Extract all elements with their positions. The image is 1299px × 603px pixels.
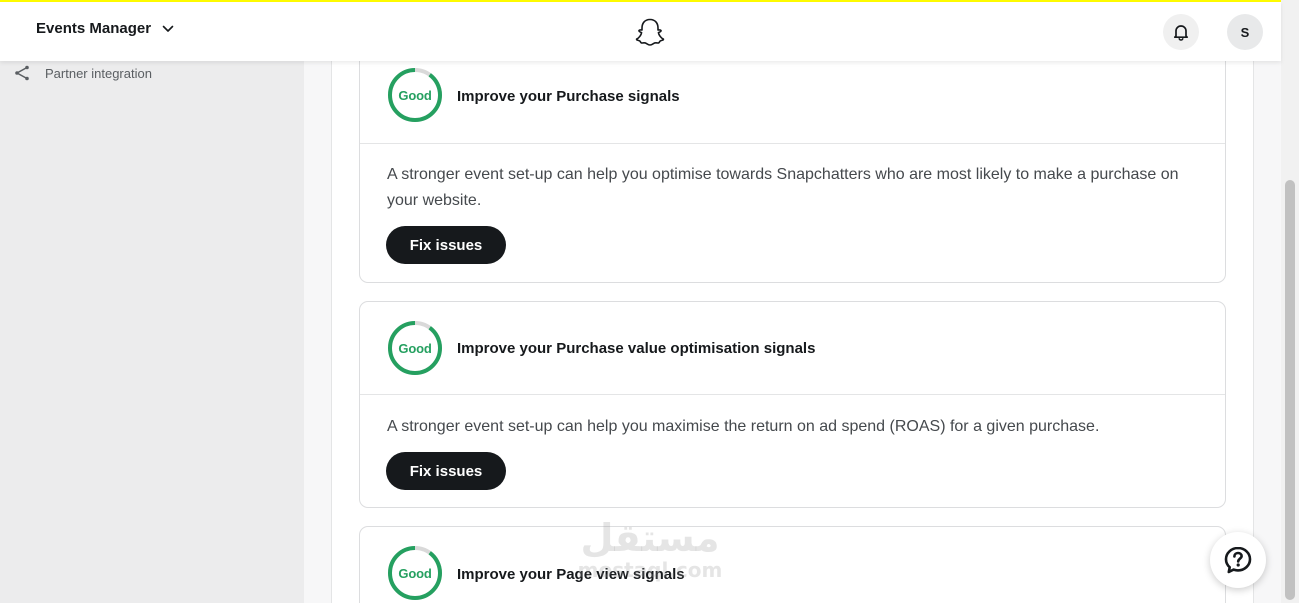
app-switcher[interactable]: Events Manager xyxy=(36,20,175,37)
sidebar: Partner integration xyxy=(0,61,304,603)
card-header: Good Improve your Purchase signals xyxy=(360,61,1225,144)
ghost-logo-icon[interactable] xyxy=(634,17,666,52)
bell-icon xyxy=(1172,23,1190,41)
score-label: Good xyxy=(398,340,432,356)
signal-card: Good Improve your Purchase signals A str… xyxy=(359,61,1226,283)
sidebar-item-label: Partner integration xyxy=(45,65,152,81)
score-label: Good xyxy=(398,87,432,103)
help-button[interactable] xyxy=(1210,532,1266,588)
scrollbar-thumb[interactable] xyxy=(1285,180,1295,600)
score-ring: Good xyxy=(387,545,443,601)
help-icon xyxy=(1223,545,1253,575)
top-header: Events Manager S xyxy=(0,2,1281,61)
score-label: Good xyxy=(398,565,432,581)
card-title: Improve your Purchase value optimisation… xyxy=(457,340,816,357)
app-title: Events Manager xyxy=(36,20,152,37)
card-title: Improve your Page view signals xyxy=(457,566,685,583)
sidebar-item-partner-integration[interactable]: Partner integration xyxy=(12,63,152,83)
card-header: Good Improve your Page view signals xyxy=(360,527,1225,603)
fix-issues-button[interactable]: Fix issues xyxy=(386,452,506,490)
chevron-down-icon xyxy=(161,22,175,36)
fix-issues-button[interactable]: Fix issues xyxy=(386,226,506,264)
signal-card: Good Improve your Purchase value optimis… xyxy=(359,301,1226,508)
user-avatar[interactable]: S xyxy=(1227,14,1263,50)
share-icon xyxy=(12,63,32,83)
card-header: Good Improve your Purchase value optimis… xyxy=(360,302,1225,395)
signal-card: Good Improve your Page view signals xyxy=(359,526,1226,603)
notifications-button[interactable] xyxy=(1163,14,1199,50)
score-ring: Good xyxy=(387,320,443,376)
card-title: Improve your Purchase signals xyxy=(457,88,680,105)
score-ring: Good xyxy=(387,67,443,123)
card-description: A stronger event set-up can help you opt… xyxy=(387,166,1179,209)
card-description: A stronger event set-up can help you max… xyxy=(387,418,1100,435)
